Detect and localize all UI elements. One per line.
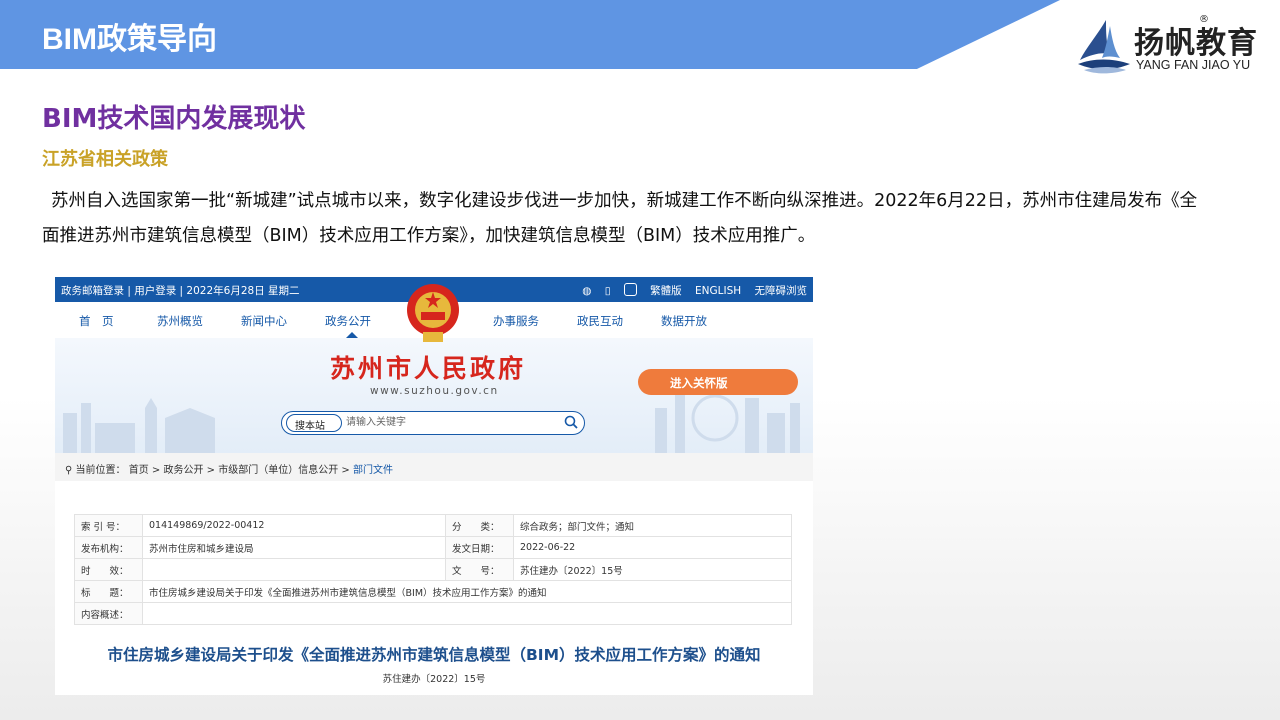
- body-paragraph: 苏州自入选国家第一批“新城建”试点城市以来，数字化建设步伐进一步加快，新城建工作…: [42, 191, 1198, 246]
- english-link[interactable]: ENGLISH: [695, 285, 741, 297]
- table-row: 标 题： 市住房城乡建设局关于印发《全面推进苏州市建筑信息模型（BIM）技术应用…: [74, 580, 792, 603]
- sail-logo-icon: [1078, 20, 1130, 74]
- nav-gov-affairs[interactable]: 政务公开: [325, 313, 371, 329]
- breadcrumb-label: 当前位置：: [75, 465, 126, 476]
- care-mode-button[interactable]: 进入关怀版: [638, 369, 798, 395]
- meta-value: 苏住建办〔2022〕15号: [513, 558, 792, 581]
- website-screenshot: 政务邮箱登录 | 用户登录 | 2022年6月28日 星期二 ◍ ▯ 繁體版 E…: [55, 277, 813, 695]
- search-icon[interactable]: [564, 415, 578, 429]
- site-url: www.suzhou.gov.cn: [370, 385, 499, 397]
- nav-overview[interactable]: 苏州概览: [157, 313, 203, 329]
- table-row: 内容概述：: [74, 602, 792, 625]
- meta-value: 014149869/2022-00412: [142, 514, 446, 537]
- meta-key: 内容概述：: [74, 602, 143, 625]
- search-scope-select[interactable]: 搜本站: [286, 414, 342, 432]
- meta-key: 时 效：: [74, 558, 143, 581]
- meta-value: 苏州市住房和城乡建设局: [142, 536, 446, 559]
- nav-interaction[interactable]: 政民互动: [577, 313, 623, 329]
- breadcrumb-gov-affairs[interactable]: 政务公开: [163, 465, 203, 476]
- breadcrumb-separator: >: [341, 465, 353, 476]
- site-search-bar: 搜本站: [281, 411, 585, 435]
- national-emblem-icon: [407, 284, 459, 342]
- mobile-icon[interactable]: ▯: [605, 285, 611, 297]
- care-mode-label: 进入关怀版: [670, 376, 728, 390]
- breadcrumb-home[interactable]: 首页: [129, 465, 149, 476]
- document-meta-table: 索 引 号： 014149869/2022-00412 分 类： 综合政务；部门…: [74, 514, 792, 625]
- meta-key: 发文日期：: [445, 536, 514, 559]
- site-title: 苏州市人民政府: [330, 354, 527, 383]
- document-number: 苏住建办〔2022〕15号: [382, 674, 486, 685]
- meta-key: 索 引 号：: [74, 514, 143, 537]
- table-row: 时 效： 文 号： 苏住建办〔2022〕15号: [74, 558, 792, 581]
- document-title: 市住房城乡建设局关于印发《全面推进苏州市建筑信息模型（BIM）技术应用工作方案》…: [107, 646, 761, 664]
- breadcrumb-department-info[interactable]: 市级部门（单位）信息公开: [218, 465, 338, 476]
- location-pin-icon: ⚲: [65, 465, 73, 476]
- search-scope-label: 搜本站: [295, 421, 325, 432]
- section-title: BIM技术国内发展现状: [42, 104, 306, 134]
- breadcrumb-separator: >: [206, 465, 219, 476]
- topbar-links: ◍ ▯ 繁體版 ENGLISH 无障碍浏览: [572, 283, 807, 298]
- topbar-login-date[interactable]: 政务邮箱登录 | 用户登录 | 2022年6月28日 星期二: [61, 283, 300, 298]
- brand-logo: 扬帆教育 ® YANG FAN JIAO YU: [1076, 14, 1276, 84]
- nav-home[interactable]: 首 页: [79, 313, 114, 329]
- accessibility-link[interactable]: 无障碍浏览: [755, 285, 808, 297]
- traditional-chinese-link[interactable]: 繁體版: [650, 285, 682, 297]
- table-row: 索 引 号： 014149869/2022-00412 分 类： 综合政务；部门…: [74, 514, 792, 537]
- meta-key: 标 题：: [74, 580, 143, 603]
- meta-value: 市住房城乡建设局关于印发《全面推进苏州市建筑信息模型（BIM）技术应用工作方案》…: [142, 580, 792, 603]
- meta-value: [142, 602, 792, 625]
- meta-key: 分 类：: [445, 514, 514, 537]
- meta-key: 文 号：: [445, 558, 514, 581]
- nav-open-data[interactable]: 数据开放: [661, 313, 707, 329]
- table-row: 发布机构： 苏州市住房和城乡建设局 发文日期： 2022-06-22: [74, 536, 792, 559]
- nav-services[interactable]: 办事服务: [493, 313, 539, 329]
- wechat-icon[interactable]: ◍: [582, 285, 591, 297]
- section-subtitle: 江苏省相关政策: [42, 149, 168, 170]
- logo-chinese-text: 扬帆教育: [1134, 26, 1258, 61]
- meta-value: [142, 558, 446, 581]
- meta-value: 综合政务；部门文件；通知: [513, 514, 792, 537]
- breadcrumb: ⚲ 当前位置： 首页 > 政务公开 > 市级部门（单位）信息公开 > 部门文件: [55, 453, 813, 481]
- robot-icon[interactable]: [623, 283, 637, 297]
- breadcrumb-department-files[interactable]: 部门文件: [353, 465, 393, 476]
- search-input[interactable]: [346, 415, 546, 430]
- breadcrumb-separator: >: [151, 465, 164, 476]
- registered-mark: ®: [1199, 14, 1209, 25]
- page-title: BIM政策导向: [42, 23, 217, 56]
- nav-news[interactable]: 新闻中心: [241, 313, 287, 329]
- logo-english-text: YANG FAN JIAO YU: [1136, 58, 1251, 72]
- meta-key: 发布机构：: [74, 536, 143, 559]
- meta-value: 2022-06-22: [513, 536, 792, 559]
